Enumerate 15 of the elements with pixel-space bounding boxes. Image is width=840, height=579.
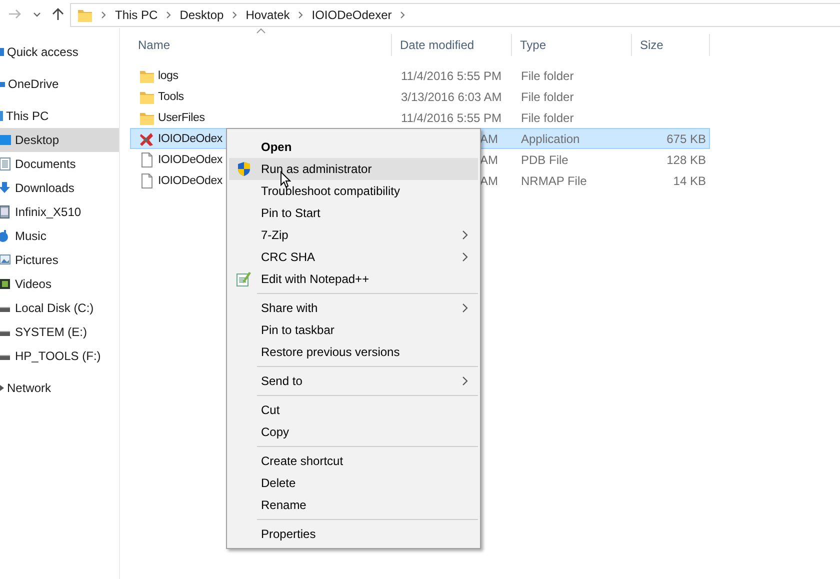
date-cell: AM [480,132,498,146]
size-cell: 128 KB [666,152,706,166]
date-cell: 11/4/2016 5:55 PM [401,110,502,124]
date-cell: 11/4/2016 5:55 PM [401,68,502,82]
type-cell: File folder [521,68,574,82]
date-cell: AM [480,174,498,188]
date-cell: 3/13/2016 6:03 AM [401,90,502,104]
type-cell: PDB File [521,152,568,166]
size-cell: 675 KB [666,132,706,146]
date-cell: AM [480,152,498,166]
type-cell: NRMAP File [521,174,587,188]
size-cell: 14 KB [673,174,706,188]
type-cell: File folder [521,110,574,124]
type-cell: File folder [521,90,574,104]
type-cell: Application [521,132,580,146]
